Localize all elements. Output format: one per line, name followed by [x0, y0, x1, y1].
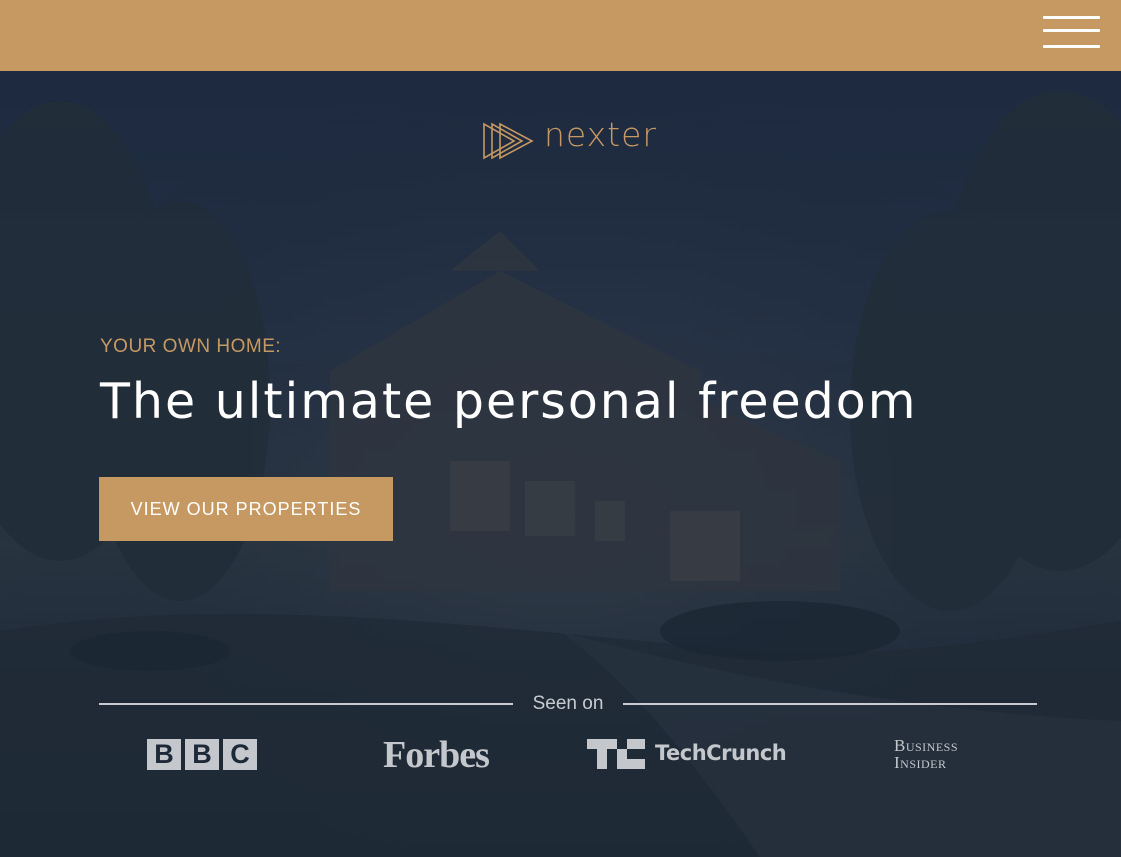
seen-on-divider: Seen on [99, 692, 1037, 716]
hamburger-menu-icon[interactable] [1043, 16, 1100, 50]
bbc-letter: B [147, 739, 181, 770]
bbc-letter: B [185, 739, 219, 770]
seen-on-label: Seen on [532, 693, 604, 714]
divider-line-right [623, 703, 1037, 705]
business-insider-line1: Business [894, 736, 959, 755]
business-insider-line2: Insider [894, 753, 947, 772]
hero-headline: The ultimate personal freedom [100, 373, 918, 430]
business-insider-logo: Business Insider [894, 737, 984, 771]
divider-line-left [99, 703, 513, 705]
menu-bar-middle [1043, 29, 1100, 32]
menu-bar-top [1043, 16, 1100, 19]
hero-section: nexter YOUR OWN HOME: The ultimate perso… [0, 71, 1121, 857]
menu-bar-bottom [1043, 45, 1100, 48]
bbc-logo: B B C [147, 739, 257, 770]
techcrunch-wordmark: TechCrunch [655, 741, 787, 765]
triple-play-triangles-icon [483, 122, 534, 160]
nexter-logo[interactable]: nexter [482, 115, 656, 161]
techcrunch-tc-icon [587, 739, 645, 769]
view-properties-button[interactable]: VIEW OUR PROPERTIES [99, 477, 393, 541]
logo-wordmark: nexter [544, 115, 657, 154]
top-header-bar [0, 0, 1121, 71]
forbes-logo: Forbes [383, 734, 490, 776]
hero-eyebrow: YOUR OWN HOME: [100, 336, 282, 357]
bbc-letter: C [223, 739, 257, 770]
techcrunch-logo: TechCrunch [587, 739, 797, 769]
